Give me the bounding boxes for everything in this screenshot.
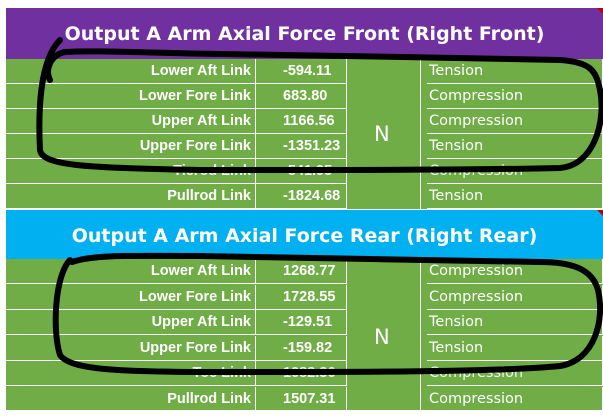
spreadsheet-area: Output A Arm Axial Force Front (Right Fr…	[0, 0, 603, 420]
scribble-annotation	[36, 37, 603, 375]
